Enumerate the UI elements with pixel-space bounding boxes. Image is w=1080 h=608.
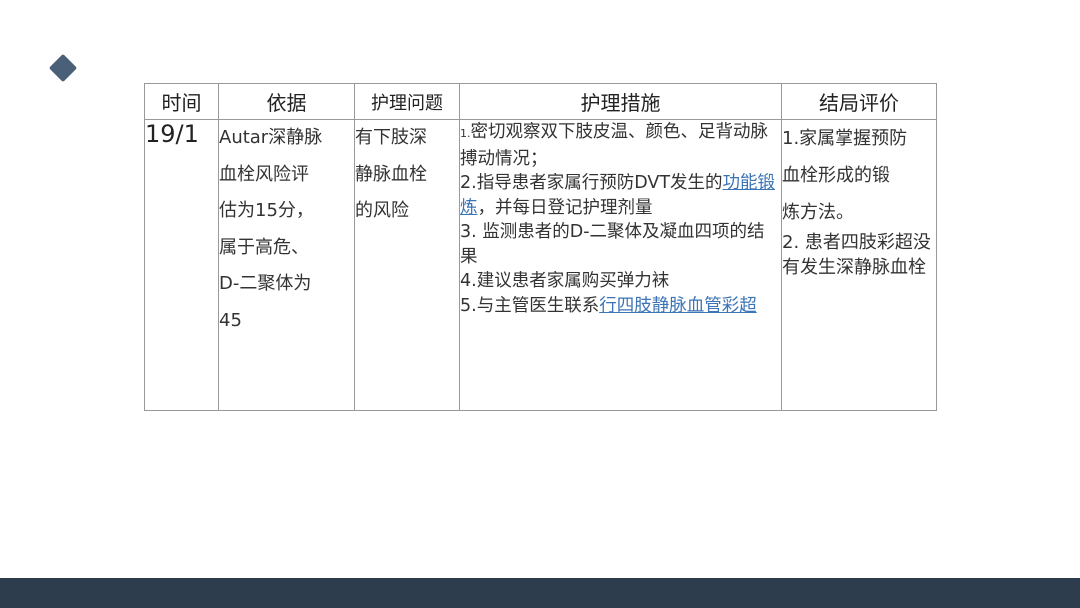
cell-evaluation: 1.家属掌握预防 血栓形成的锻 炼方法。 2. 患者四肢彩超没有发生深静脉血栓 bbox=[781, 119, 937, 411]
header-problem: 护理问题 bbox=[354, 83, 460, 120]
measure-item-3: 3. 监测患者的D-二聚体及凝血四项的结果 bbox=[460, 222, 765, 267]
measure-item-2-rest: ，并每日登记护理剂量 bbox=[477, 197, 653, 218]
problem-line: 的风险 bbox=[355, 200, 409, 221]
diamond-bullet-icon bbox=[48, 53, 78, 83]
evaluation-item-2: 2. 患者四肢彩超没有发生深静脉血栓 bbox=[782, 232, 931, 278]
basis-line: 属于高危、 bbox=[219, 236, 309, 258]
care-plan-table: 时间 依据 护理问题 护理措施 结局评价 19/1 Autar深静脉 血栓风险评… bbox=[144, 83, 937, 411]
evaluation-line: 炼方法。 bbox=[782, 202, 854, 223]
basis-line: D-二聚体为 bbox=[219, 273, 312, 294]
measure-item-4: 4.建议患者家属购买弹力袜 bbox=[460, 271, 670, 291]
measure-item-2-text: 2.指导患者家属行预防DVT发生的 bbox=[460, 173, 723, 193]
basis-line: 估为15分， bbox=[219, 200, 314, 221]
problem-line: 有下肢深 bbox=[355, 127, 427, 148]
basis-line: Autar深静脉 bbox=[219, 127, 323, 148]
evaluation-line: 1.家属掌握预防 bbox=[782, 128, 908, 149]
measure-item-5-text: 5.与主管医生联系 bbox=[460, 295, 600, 316]
problem-line: 静脉血栓 bbox=[355, 163, 427, 185]
header-time: 时间 bbox=[144, 83, 219, 120]
header-measures: 护理措施 bbox=[459, 83, 782, 120]
evaluation-line: 血栓形成的锻 bbox=[782, 165, 890, 186]
measure-item-5: 5.与主管医生联系行四肢静脉血管彩超 bbox=[460, 294, 781, 319]
cell-problem: 有下肢深 静脉血栓 的风险 bbox=[354, 119, 460, 411]
basis-line: 血栓风险评 bbox=[219, 163, 309, 185]
measure-item-1-number: 1. bbox=[460, 127, 471, 140]
ultrasound-link[interactable]: 行四肢静脉血管彩超 bbox=[599, 296, 757, 316]
footer-bar bbox=[0, 578, 1080, 608]
measure-item-1-text: 密切观察双下肢皮温、颜色、足背动脉搏动情况； bbox=[460, 122, 768, 169]
header-evaluation: 结局评价 bbox=[781, 83, 937, 120]
measure-item-2: 2.指导患者家属行预防DVT发生的功能锻炼，并每日登记护理剂量 bbox=[460, 171, 781, 220]
table-row: 19/1 Autar深静脉 血栓风险评 估为15分， 属于高危、 D-二聚体为 … bbox=[144, 119, 937, 411]
measure-item-1: 1.密切观察双下肢皮温、颜色、足背动脉搏动情况； bbox=[460, 120, 781, 171]
cell-basis: Autar深静脉 血栓风险评 估为15分， 属于高危、 D-二聚体为 45 bbox=[218, 119, 355, 411]
header-row: 时间 依据 护理问题 护理措施 结局评价 bbox=[144, 83, 937, 120]
cell-time: 19/1 bbox=[144, 119, 219, 411]
header-basis: 依据 bbox=[218, 83, 355, 120]
cell-measures: 1.密切观察双下肢皮温、颜色、足背动脉搏动情况； 2.指导患者家属行预防DVT发… bbox=[459, 119, 782, 411]
basis-line: 45 bbox=[219, 309, 242, 331]
